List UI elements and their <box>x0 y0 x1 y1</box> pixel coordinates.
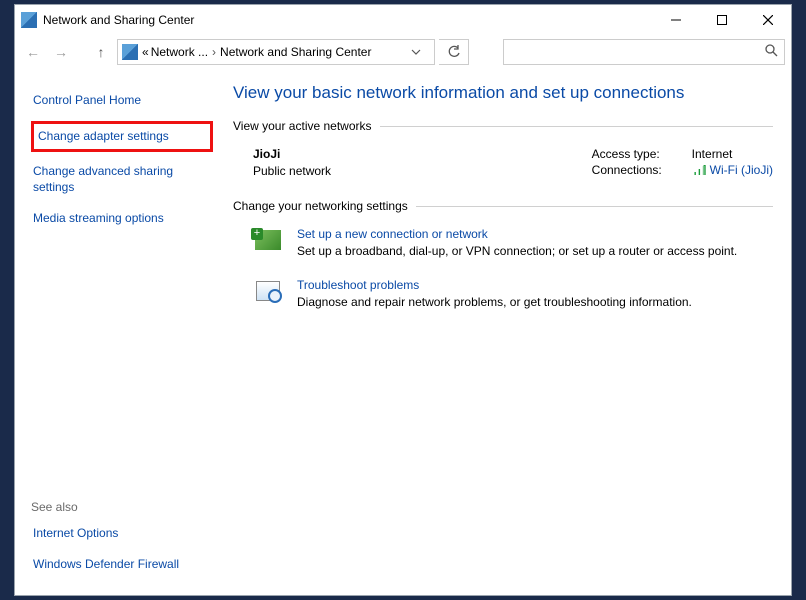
setup-connection-desc: Set up a broadband, dial-up, or VPN conn… <box>297 244 737 258</box>
breadcrumb-prefix: « <box>142 45 149 59</box>
back-button[interactable]: ← <box>21 40 45 64</box>
wifi-signal-icon <box>692 165 706 175</box>
setup-connection-item: Set up a new connection or network Set u… <box>233 225 773 276</box>
page-title: View your basic network information and … <box>233 83 773 103</box>
close-button[interactable] <box>745 5 791 35</box>
active-network: JioJi Public network Access type: Intern… <box>233 145 773 199</box>
address-dropdown[interactable] <box>402 40 430 64</box>
search-icon <box>765 44 778 60</box>
divider <box>416 206 773 207</box>
network-type: Public network <box>253 164 331 178</box>
troubleshoot-desc: Diagnose and repair network problems, or… <box>297 295 692 309</box>
breadcrumb-sep-icon: › <box>212 45 216 59</box>
maximize-button[interactable] <box>699 5 745 35</box>
troubleshoot-item: Troubleshoot problems Diagnose and repai… <box>233 276 773 327</box>
network-name: JioJi <box>253 147 331 161</box>
sidebar-control-panel-home[interactable]: Control Panel Home <box>31 89 213 113</box>
sidebar-change-adapter-settings[interactable]: Change adapter settings <box>31 121 213 153</box>
change-settings-header: Change your networking settings <box>233 199 773 213</box>
connections-label: Connections: <box>592 163 692 177</box>
breadcrumb-seg2[interactable]: Network and Sharing Center <box>220 45 371 59</box>
window-controls <box>653 5 791 35</box>
troubleshoot-link[interactable]: Troubleshoot problems <box>297 278 692 292</box>
setup-connection-link[interactable]: Set up a new connection or network <box>297 227 737 241</box>
sidebar-media-streaming[interactable]: Media streaming options <box>31 207 213 231</box>
wifi-connection-name: Wi-Fi (JioJi) <box>710 163 773 177</box>
sidebar: Control Panel Home Change adapter settin… <box>15 69 225 595</box>
location-icon <box>122 44 138 60</box>
minimize-icon <box>671 15 681 25</box>
sidebar-internet-options[interactable]: Internet Options <box>31 522 213 546</box>
titlebar: Network and Sharing Center <box>15 5 791 35</box>
troubleshoot-icon <box>253 278 283 304</box>
up-button[interactable]: ↑ <box>89 40 113 64</box>
refresh-icon <box>447 45 461 59</box>
forward-button[interactable]: → <box>49 40 73 64</box>
search-input[interactable] <box>503 39 785 65</box>
access-type-value: Internet <box>692 147 733 161</box>
network-info-right: Access type: Internet Connections: Wi-Fi… <box>592 147 773 179</box>
body: Control Panel Home Change adapter settin… <box>15 69 791 595</box>
divider <box>380 126 773 127</box>
breadcrumb-seg1[interactable]: Network ... <box>151 45 208 59</box>
wifi-connection-link[interactable]: Wi-Fi (JioJi) <box>692 163 773 177</box>
maximize-icon <box>717 15 727 25</box>
see-also-header: See also <box>31 500 213 514</box>
setup-connection-icon <box>253 227 283 253</box>
sidebar-change-advanced-sharing[interactable]: Change advanced sharing settings <box>31 160 213 199</box>
close-icon <box>763 15 773 25</box>
access-type-label: Access type: <box>592 147 692 161</box>
sidebar-windows-defender-firewall[interactable]: Windows Defender Firewall <box>31 553 213 577</box>
chevron-down-icon <box>411 49 421 55</box>
refresh-button[interactable] <box>439 39 469 65</box>
network-center-icon <box>21 12 37 28</box>
address-bar[interactable]: « Network ... › Network and Sharing Cent… <box>117 39 435 65</box>
nav-toolbar: ← → ↑ « Network ... › Network and Sharin… <box>15 35 791 69</box>
window-title: Network and Sharing Center <box>43 13 653 27</box>
minimize-button[interactable] <box>653 5 699 35</box>
control-panel-window: Network and Sharing Center ← → ↑ « Netwo… <box>14 4 792 596</box>
main-content: View your basic network information and … <box>225 69 791 595</box>
active-networks-header: View your active networks <box>233 119 773 133</box>
network-info-left: JioJi Public network <box>253 147 331 179</box>
